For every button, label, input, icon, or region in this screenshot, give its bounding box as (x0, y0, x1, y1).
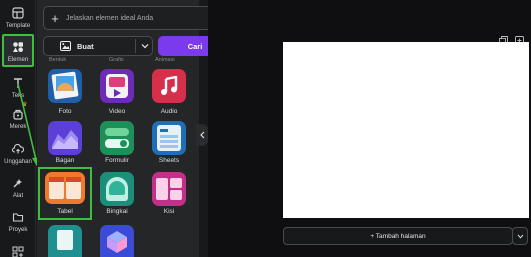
chevron-down-icon (517, 234, 523, 239)
design-page[interactable] (283, 42, 529, 218)
element-label: Video (108, 108, 126, 115)
audio-icon (152, 69, 186, 103)
video-icon (100, 69, 134, 103)
highlight-box (38, 167, 92, 220)
category-label-partial: Bentuk (49, 57, 67, 63)
divider (135, 39, 136, 53)
generate-mode-label: Buat (77, 41, 94, 51)
sheets-icon (152, 121, 186, 155)
rail-label: Alat (12, 193, 24, 199)
tools-icon (11, 176, 25, 190)
duplicate-page-icon[interactable] (499, 32, 508, 45)
add-page-button[interactable]: + Tambah halaman (283, 227, 513, 245)
rail-item-alat[interactable]: Alat (0, 176, 36, 199)
3d-icon[interactable] (100, 225, 134, 257)
search-input[interactable]: + Jelaskan elemen ideal Anda (43, 6, 231, 30)
rail-item-apps[interactable] (0, 245, 36, 257)
rail-item-template[interactable]: Template (0, 6, 36, 29)
element-label: Sheets (158, 157, 180, 164)
element-label: Audio (160, 108, 178, 115)
photo-icon (48, 69, 82, 103)
plus-icon[interactable]: + (44, 11, 66, 26)
search-placeholder: Jelaskan elemen ideal Anda (66, 14, 154, 22)
rail-label: Proyek (8, 227, 28, 233)
canvas-area: + Tambah halaman (208, 0, 531, 257)
collapse-panel-button[interactable] (196, 124, 208, 146)
elements-icon (11, 40, 25, 54)
rail-item-elemen[interactable]: Elemen (2, 34, 34, 67)
chevron-down-icon[interactable] (139, 40, 151, 52)
chart-icon (48, 121, 82, 155)
rail-item-proyek[interactable]: Proyek (0, 210, 36, 233)
element-label: Kisi (163, 208, 175, 215)
element-label: Bagan (55, 157, 75, 164)
element-label: Foto (58, 108, 72, 115)
element-label: Bingkai (106, 208, 128, 215)
left-rail: Template Elemen Teks Merek ♛ Unggahan Al… (0, 0, 40, 257)
frame-icon (100, 172, 134, 206)
mockup-icon[interactable] (48, 225, 82, 257)
rail-label: Template (5, 23, 31, 29)
element-label: Formulir (105, 157, 129, 164)
rail-label: Elemen (7, 57, 29, 63)
grid-icon (152, 172, 186, 206)
add-page-options-button[interactable] (512, 227, 528, 245)
apps-icon (11, 245, 25, 257)
image-icon (58, 41, 72, 51)
category-label-partial: Grafis (109, 57, 124, 63)
form-icon (100, 121, 134, 155)
editor-window: Template Elemen Teks Merek ♛ Unggahan Al… (0, 0, 531, 257)
elements-panel: + Jelaskan elemen ideal Anda Buat Cari B… (37, 0, 236, 257)
category-label-partial: Animasi (155, 57, 175, 63)
generate-mode-select[interactable]: Buat (43, 36, 153, 56)
template-icon (11, 6, 25, 20)
folder-icon (11, 210, 25, 224)
add-page-icon[interactable] (515, 32, 524, 45)
